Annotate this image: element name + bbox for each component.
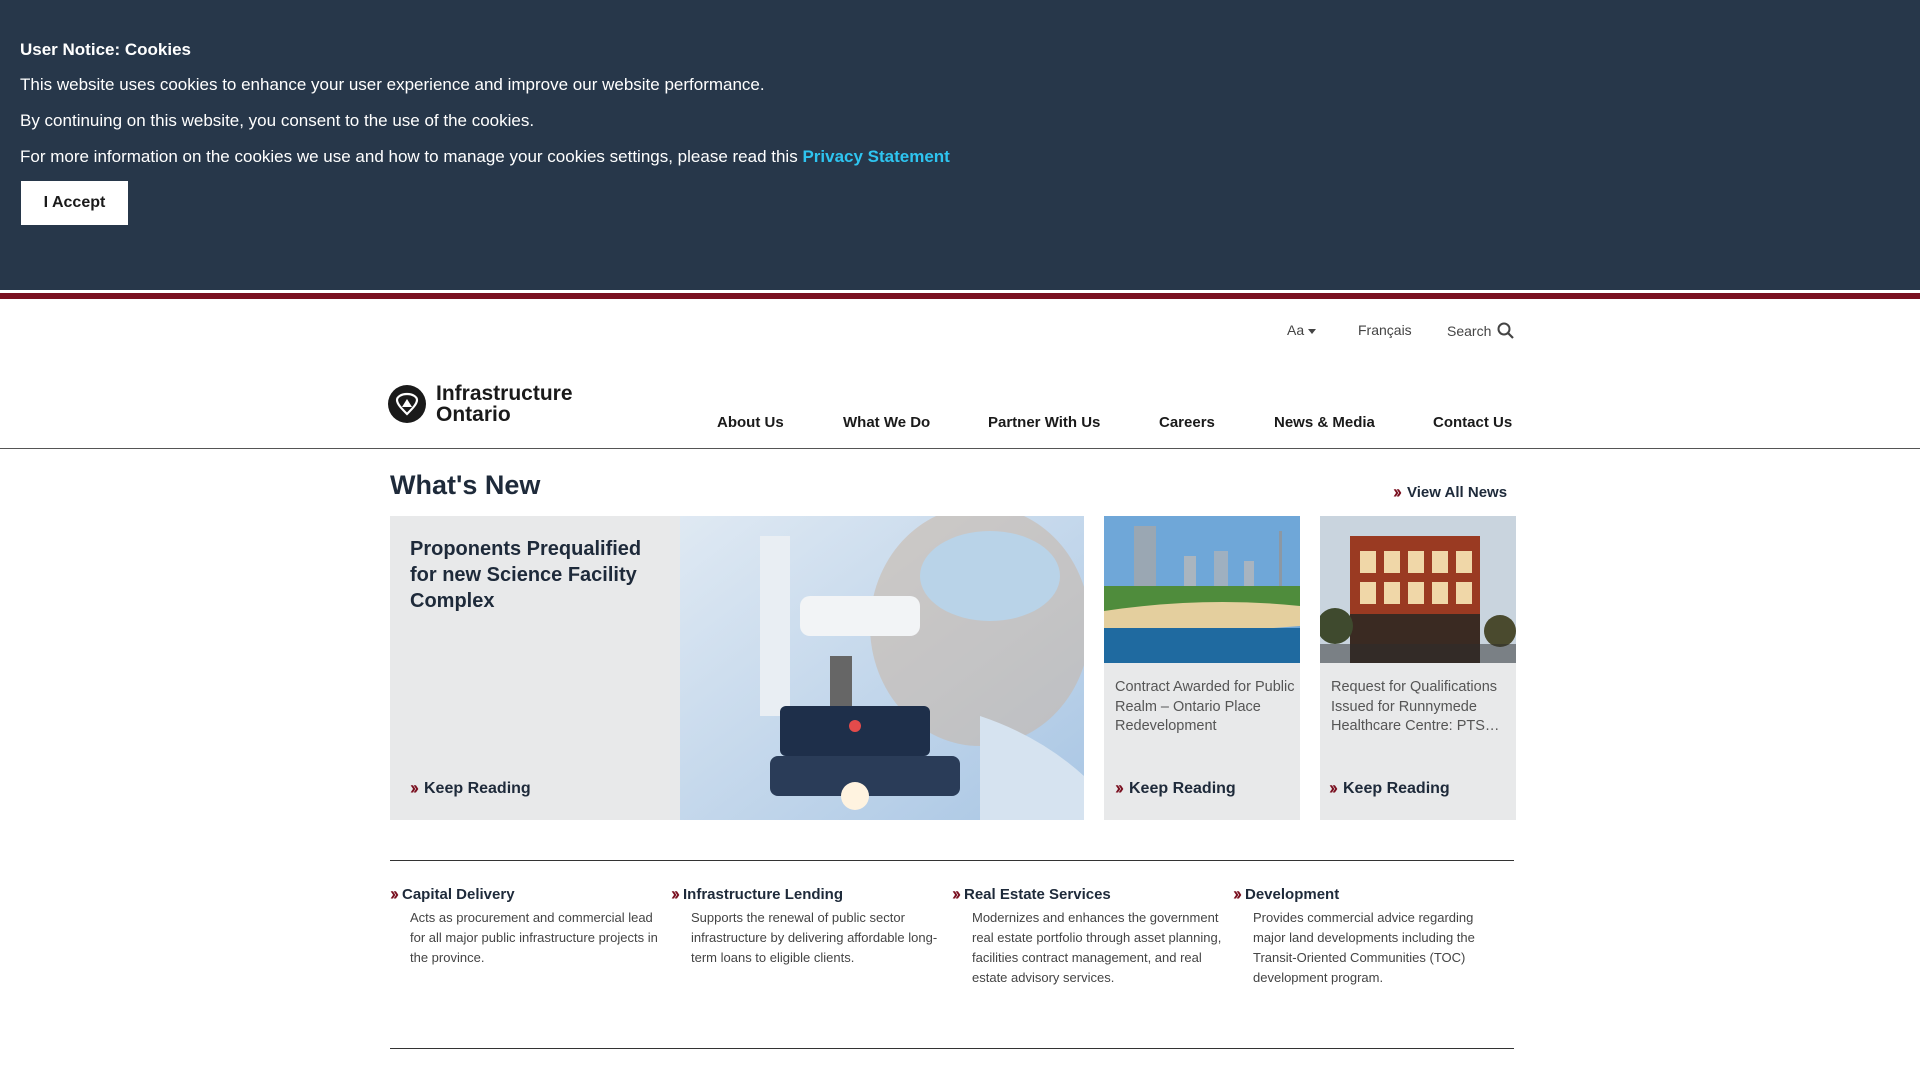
double-chevron-icon: ›› [1393, 482, 1402, 502]
news-card-runnymede[interactable]: Request for Qualifications Issued for Ru… [1320, 516, 1516, 820]
nav-news-media[interactable]: News & Media [1274, 414, 1375, 431]
service-description: Supports the renewal of public sector in… [691, 910, 938, 965]
accept-cookies-button[interactable]: I Accept [21, 181, 128, 225]
news-card-ontario-place[interactable]: Contract Awarded for Public Realm – Onta… [1104, 516, 1300, 820]
service-title: Infrastructure Lending [683, 886, 844, 903]
service-title: Capital Delivery [402, 886, 515, 903]
search-label: Search [1447, 322, 1492, 339]
whats-new-heading: What's New [390, 470, 541, 500]
feature-title: Proponents Prequalified for new Science … [410, 538, 642, 612]
service-capital-delivery[interactable]: ›› Capital Delivery Acts as procurement a… [390, 884, 660, 968]
keep-reading-label: Keep Reading [424, 779, 531, 797]
search-icon [1497, 322, 1515, 339]
double-chevron-icon: ›› [390, 884, 399, 904]
nav-contact-us[interactable]: Contact Us [1433, 414, 1512, 431]
service-description: Provides commercial advice regarding maj… [1253, 910, 1475, 985]
keep-reading-label: Keep Reading [1129, 779, 1236, 797]
cookie-title: User Notice: Cookies [20, 40, 191, 59]
text-size-menu[interactable]: Aa [1287, 322, 1317, 338]
cookie-text-2: By continuing on this website, you conse… [20, 111, 535, 130]
privacy-statement-link[interactable]: Privacy Statement [802, 147, 949, 166]
waterfront-park-image [1104, 516, 1300, 663]
section-divider [390, 1048, 1514, 1049]
cookie-text-3: For more information on the cookies we u… [20, 147, 950, 167]
cookie-banner: User Notice: Cookies This website uses c… [0, 0, 1920, 290]
view-all-news-link[interactable]: ›› View All News [1393, 482, 1507, 503]
keep-reading-label: Keep Reading [1343, 779, 1450, 797]
nav-what-we-do[interactable]: What We Do [843, 414, 930, 431]
caret-down-icon [1308, 328, 1317, 334]
accent-bar [0, 293, 1920, 299]
service-development[interactable]: ›› Development Provides commercial advice… [1233, 884, 1503, 988]
nav-partner-with-us[interactable]: Partner With Us [988, 414, 1100, 431]
keep-reading-link[interactable]: ›› Keep Reading [1115, 778, 1236, 799]
double-chevron-icon: ›› [1233, 884, 1242, 904]
double-chevron-icon: ›› [952, 884, 961, 904]
news-card-text: Request for Qualifications Issued for Ru… [1331, 679, 1500, 734]
double-chevron-icon: ›› [671, 884, 680, 904]
cookie-text-1: This website uses cookies to enhance you… [20, 75, 765, 94]
news-card-text: Contract Awarded for Public Realm – Onta… [1115, 679, 1295, 734]
brick-building-image [1320, 516, 1516, 663]
service-title: Real Estate Services [964, 886, 1111, 903]
feature-keep-reading-link[interactable]: ›› Keep Reading [410, 778, 531, 799]
double-chevron-icon: ›› [1115, 778, 1124, 798]
nav-about-us[interactable]: About Us [717, 414, 784, 431]
logo-line-1: Infrastructure [436, 382, 573, 405]
infrastructure-ontario-logo[interactable]: Infrastructure Ontario [388, 383, 573, 425]
service-description: Modernizes and enhances the government r… [972, 910, 1222, 985]
view-all-news-label: View All News [1407, 484, 1508, 501]
nav-careers[interactable]: Careers [1159, 414, 1215, 431]
section-divider [390, 860, 1514, 861]
feature-news-card[interactable]: Proponents Prequalified for new Science … [390, 516, 1084, 820]
double-chevron-icon: ›› [410, 778, 419, 798]
search-button[interactable]: Search [1447, 322, 1515, 339]
trillium-icon [388, 385, 426, 423]
service-title: Development [1245, 886, 1340, 903]
header-divider [0, 448, 1920, 449]
double-chevron-icon: ›› [1329, 778, 1338, 798]
text-size-label: Aa [1287, 322, 1305, 338]
keep-reading-link[interactable]: ›› Keep Reading [1329, 778, 1450, 799]
microscope-lab-image [680, 516, 1084, 820]
cookie-text-3-prefix: For more information on the cookies we u… [20, 147, 798, 166]
logo-line-2: Ontario [436, 403, 511, 426]
service-description: Acts as procurement and commercial lead … [410, 910, 658, 965]
service-real-estate[interactable]: ›› Real Estate Services Modernizes and en… [952, 884, 1222, 988]
language-toggle-link[interactable]: Français [1358, 322, 1412, 338]
service-infrastructure-lending[interactable]: ›› Infrastructure Lending Supports the re… [671, 884, 941, 968]
